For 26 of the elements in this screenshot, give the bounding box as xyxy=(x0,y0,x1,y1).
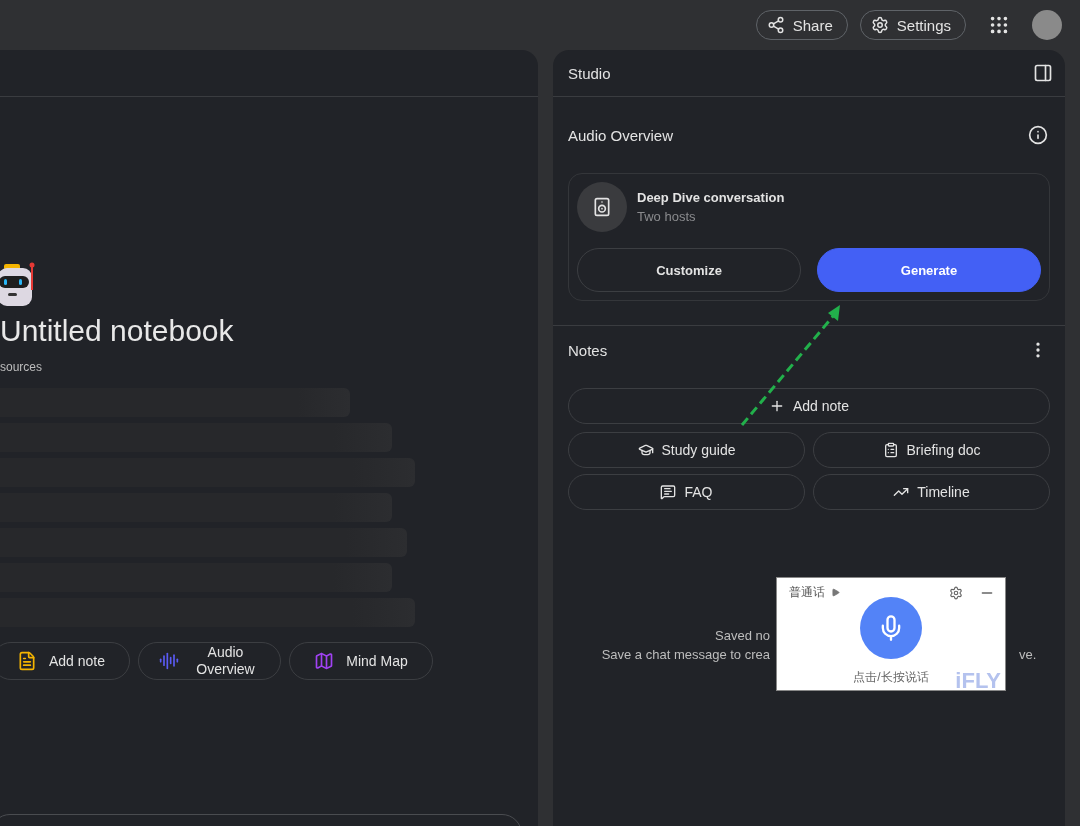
card-subtitle: Two hosts xyxy=(637,209,697,224)
play-icon[interactable] xyxy=(831,588,840,597)
language-selector[interactable]: 普通话 xyxy=(789,584,825,601)
speaker-icon xyxy=(577,182,627,232)
info-icon[interactable] xyxy=(1028,125,1048,145)
document-list-icon xyxy=(882,442,899,458)
section-title: Audio Overview xyxy=(568,126,674,144)
empty-text-end: ve. xyxy=(1019,647,1037,662)
chat-lines-icon xyxy=(660,484,677,500)
settings-icon[interactable] xyxy=(949,585,963,600)
map-icon xyxy=(314,651,335,671)
settings-icon xyxy=(870,16,889,34)
card-title: Deep Dive conversation xyxy=(637,190,785,205)
avatar[interactable] xyxy=(1032,10,1062,40)
audio-wave-icon xyxy=(158,651,179,671)
graduation-cap-icon xyxy=(637,442,654,458)
section-title: Notes xyxy=(568,341,608,359)
empty-title: Saved no xyxy=(715,628,770,643)
notebook-title: Untitled notebook xyxy=(0,314,235,348)
empty-text: Save a chat message to crea xyxy=(601,647,770,662)
studio-title: Studio xyxy=(568,64,611,82)
voice-hint: 点击/长按说话 xyxy=(853,669,929,686)
logo-text: iFLY xyxy=(955,668,1001,690)
primary-button[interactable]: Generate xyxy=(817,248,1041,292)
sources-count: sources xyxy=(0,360,44,374)
share-icon xyxy=(766,16,785,34)
